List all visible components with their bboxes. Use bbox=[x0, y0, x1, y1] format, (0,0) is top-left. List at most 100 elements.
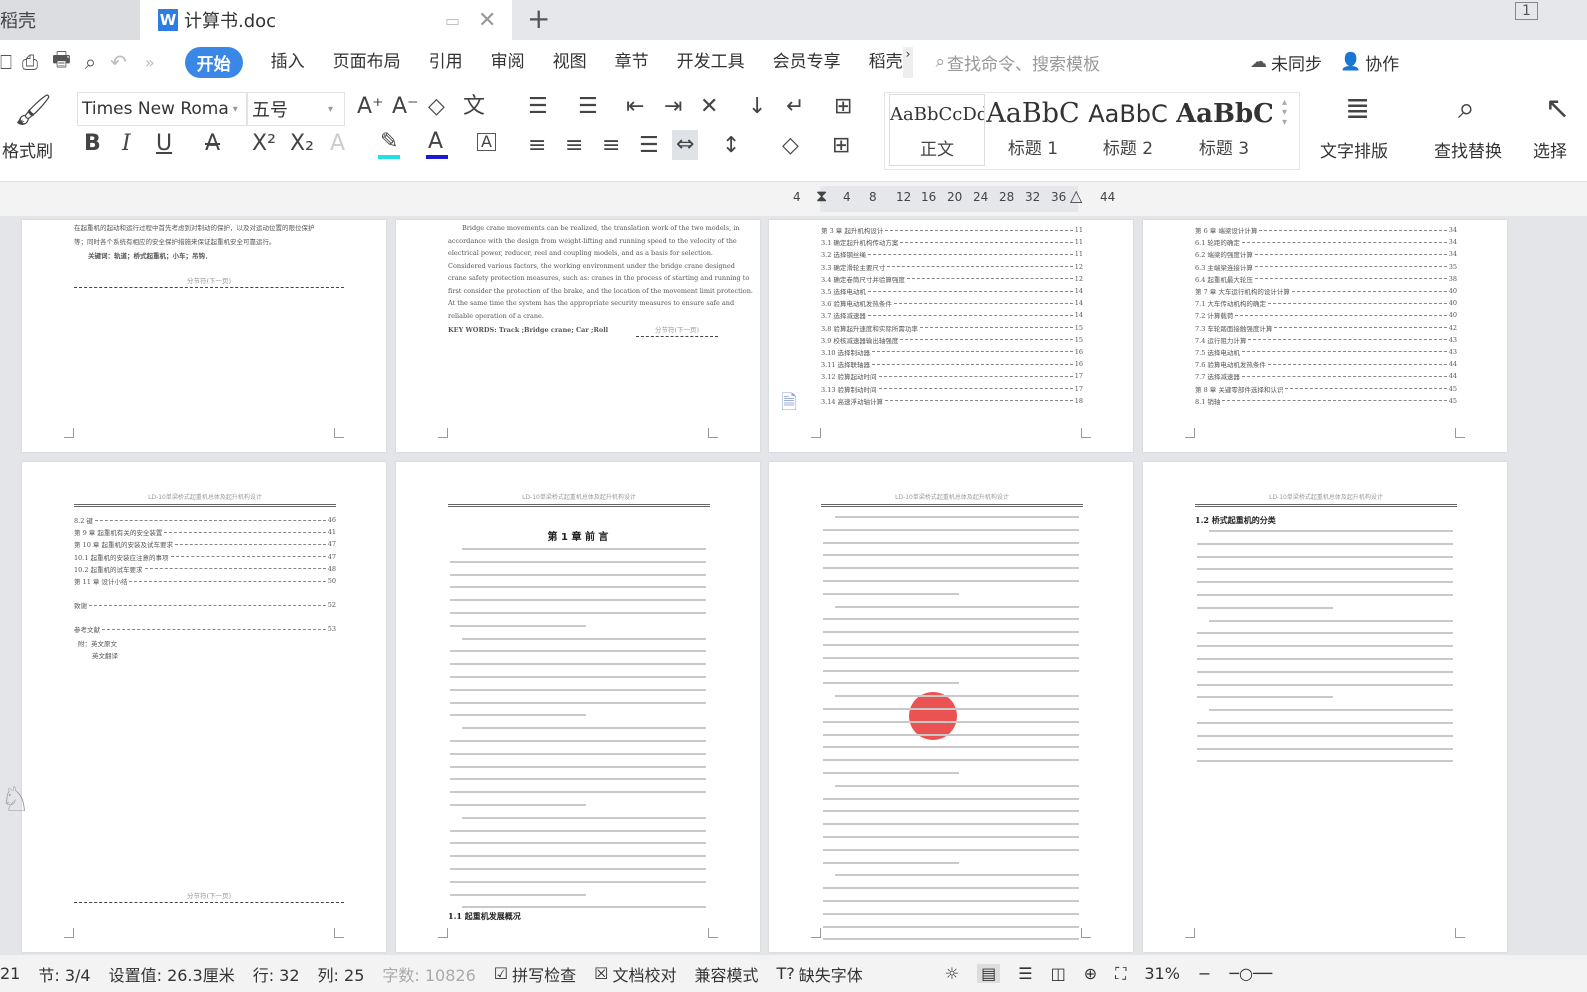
italic-icon[interactable]: I bbox=[122, 133, 131, 155]
toc-entry[interactable]: 第 10 章 起重机的安装及试车要求 47 bbox=[74, 538, 336, 550]
toc-entry[interactable]: 6.4 起重机最大轮压 38 bbox=[1195, 273, 1457, 285]
section-indicator[interactable]: 节: 3/4 bbox=[38, 962, 90, 986]
font-size-select[interactable]: 五号 ▾ bbox=[247, 92, 345, 126]
toc-entry[interactable]: 7.5 选择电动机 43 bbox=[1195, 346, 1457, 358]
right-indent-marker-icon[interactable]: △ bbox=[1070, 186, 1082, 205]
menu-page-layout[interactable]: 页面布局 bbox=[333, 47, 401, 78]
toc-entry[interactable]: 7.3 车轮踏面接触强度计算 42 bbox=[1195, 322, 1457, 334]
toc-entry[interactable]: 3.8 验算起升速度和实际所需功率 15 bbox=[821, 322, 1083, 334]
styles-scroll-icon[interactable]: ▴ ▾ ▾ bbox=[1282, 98, 1287, 128]
toc-entry[interactable]: 3.14 高速浮动轴计算 18 bbox=[821, 395, 1083, 407]
indent-marker-icon[interactable]: ⧗ bbox=[816, 186, 827, 206]
missing-font-button[interactable]: 缺失字体 bbox=[799, 962, 863, 986]
line-spacing-icon[interactable]: ↕ bbox=[722, 135, 740, 157]
eye-protection-icon[interactable]: ☼ bbox=[945, 964, 959, 983]
grow-font-icon[interactable]: A⁺ bbox=[357, 96, 384, 118]
toc-entry[interactable]: 致谢 52 bbox=[74, 599, 336, 611]
sort-icon[interactable]: ↓ bbox=[748, 96, 766, 118]
format-painter-button[interactable]: 格式刷 bbox=[2, 137, 53, 162]
menu-developer[interactable]: 开发工具 bbox=[677, 47, 745, 78]
menu-section[interactable]: 章节 bbox=[615, 47, 649, 78]
format-painter-icon[interactable]: 🖌 bbox=[14, 96, 52, 126]
shading-icon[interactable]: ◇ bbox=[782, 135, 799, 157]
strikethrough-icon[interactable]: A bbox=[205, 133, 220, 155]
toc-entry[interactable]: 3.10 选择制动器 16 bbox=[821, 346, 1083, 358]
menu-docer[interactable]: 稻壳 bbox=[869, 47, 903, 78]
style-normal[interactable]: AaBbCcDd 正文 bbox=[889, 94, 985, 166]
menu-references[interactable]: 引用 bbox=[429, 47, 463, 78]
word-count[interactable]: 字数: 10826 bbox=[382, 962, 475, 986]
document-icon[interactable]: 🗎 bbox=[781, 388, 797, 422]
toc-entry[interactable]: 第 8 章 关键零部件选择和认识 45 bbox=[1195, 382, 1457, 394]
toc-entry[interactable]: 6.3 主端梁连接计算 35 bbox=[1195, 261, 1457, 273]
outline-view-icon[interactable]: ☰ bbox=[1018, 964, 1032, 983]
subscript-icon[interactable]: X₂ bbox=[290, 133, 314, 155]
align-center-icon[interactable]: ≡ bbox=[565, 135, 583, 157]
toc-entry[interactable]: 7.1 大车传动机构的确定 40 bbox=[1195, 297, 1457, 309]
decrease-indent-icon[interactable]: ⇤ bbox=[626, 96, 644, 118]
char-border-icon[interactable]: A bbox=[477, 133, 496, 151]
toc-entry[interactable]: 8.2 键 46 bbox=[74, 514, 336, 526]
toc-entry[interactable]: 7.2 计算载荷 40 bbox=[1195, 309, 1457, 321]
bold-icon[interactable]: B bbox=[84, 133, 101, 155]
text-layout-icon[interactable]: ≣ bbox=[1345, 94, 1370, 124]
floating-assistant-icon[interactable]: ♘ bbox=[0, 780, 30, 820]
page-view-icon[interactable]: ▤ bbox=[977, 964, 1001, 983]
toc-entry[interactable]: 3.5 选择电动机 14 bbox=[821, 285, 1083, 297]
toc-entry[interactable]: 10.1 起重机的安装应注意的事项 47 bbox=[74, 551, 336, 563]
show-marks-icon[interactable]: ↵ bbox=[786, 96, 804, 118]
toc-entry[interactable]: 3.2 选择钢丝绳 11 bbox=[821, 248, 1083, 260]
toc-entry[interactable]: 6.1 轮距的确定 34 bbox=[1195, 236, 1457, 248]
toc-entry[interactable]: 7.7 选择减速器 44 bbox=[1195, 370, 1457, 382]
tab-docer[interactable]: 稻壳 bbox=[0, 0, 140, 40]
toc-entry[interactable]: 8.1 销轴 45 bbox=[1195, 395, 1457, 407]
style-heading-2[interactable]: AaBbC 标题 2 bbox=[1080, 94, 1176, 166]
proofread-button[interactable]: 文档校对 bbox=[612, 962, 676, 986]
numbered-list-icon[interactable]: ☰ bbox=[578, 96, 598, 118]
compat-mode[interactable]: 兼容模式 bbox=[695, 962, 759, 986]
style-heading-1[interactable]: AaBbC 标题 1 bbox=[985, 94, 1081, 166]
distributed-align-icon[interactable]: ⇔ bbox=[672, 130, 699, 160]
fit-page-icon[interactable]: ⛶ bbox=[1115, 964, 1126, 984]
horizontal-ruler[interactable]: 4 4 8 12 16 20 24 28 32 36 44 ⧗ △ bbox=[0, 182, 1587, 216]
menu-insert[interactable]: 插入 bbox=[271, 47, 305, 78]
align-left-icon[interactable]: ≡ bbox=[528, 135, 546, 157]
toc-entry[interactable]: 3.9 校核减速器输出轴强度 15 bbox=[821, 334, 1083, 346]
menu-start[interactable]: 开始 bbox=[184, 46, 243, 78]
shrink-font-icon[interactable]: A⁻ bbox=[392, 96, 419, 118]
page-number[interactable]: 21 bbox=[0, 964, 20, 983]
text-layout-button[interactable]: 文字排版 bbox=[1320, 137, 1388, 162]
menu-view[interactable]: 视图 bbox=[553, 47, 587, 78]
select-button[interactable]: 选择 bbox=[1533, 137, 1567, 162]
superscript-icon[interactable]: X² bbox=[252, 133, 276, 155]
reading-view-icon[interactable]: ◫ bbox=[1051, 964, 1066, 983]
align-right-icon[interactable]: ≡ bbox=[602, 135, 620, 157]
toc-entry[interactable]: 6.2 端梁的强度计算 34 bbox=[1195, 248, 1457, 260]
toc-entry[interactable]: 第 3 章 起升机构设计 11 bbox=[821, 224, 1083, 236]
style-heading-3[interactable]: AaBbC 标题 3 bbox=[1176, 94, 1272, 166]
toc-entry[interactable]: 7.4 运行阻力计算 43 bbox=[1195, 334, 1457, 346]
toc-entry[interactable]: 第 9 章 起重机有关的安全装置 41 bbox=[74, 526, 336, 538]
position-setting[interactable]: 设置值: 26.3厘米 bbox=[109, 962, 235, 986]
new-tab-button[interactable]: + bbox=[527, 2, 550, 35]
zoom-level[interactable]: 31% bbox=[1144, 964, 1180, 983]
underline-icon[interactable]: U bbox=[156, 133, 172, 155]
tab-document[interactable]: W 计算书.doc ▭ ✕ bbox=[140, 0, 512, 40]
pinyin-guide-icon[interactable]: 文 bbox=[463, 96, 485, 118]
toc-entry[interactable]: 第 7 章 大车运行机构的设计计算 40 bbox=[1195, 285, 1457, 297]
find-replace-button[interactable]: 查找替换 bbox=[1434, 137, 1502, 162]
menu-member[interactable]: 会员专享 bbox=[773, 47, 841, 78]
sync-status-button[interactable]: 未同步 bbox=[1271, 50, 1322, 75]
toc-entry[interactable]: 3.1 确定起升机构传动方案 11 bbox=[821, 236, 1083, 248]
window-layout-icon[interactable]: 1 bbox=[1515, 2, 1538, 20]
toc-entry[interactable]: 3.4 确定卷筒尺寸并验算强度 12 bbox=[821, 273, 1083, 285]
menu-review[interactable]: 审阅 bbox=[491, 47, 525, 78]
toc-entry[interactable]: 3.7 选择减速器 14 bbox=[821, 309, 1083, 321]
toc-entry[interactable]: 3.13 验算制动时间 17 bbox=[821, 382, 1083, 394]
toc-entry[interactable]: 第 6 章 端梁设计计算 34 bbox=[1195, 224, 1457, 236]
chinese-layout-icon[interactable]: ✕ bbox=[700, 96, 718, 118]
bullet-list-icon[interactable]: ☰ bbox=[528, 96, 548, 118]
toc-entry[interactable]: 3.12 验算起动时间 17 bbox=[821, 370, 1083, 382]
borders-icon[interactable]: ⊞ bbox=[832, 135, 850, 157]
toc-entry[interactable]: 10.2 起重机的试车要求 48 bbox=[74, 563, 336, 575]
